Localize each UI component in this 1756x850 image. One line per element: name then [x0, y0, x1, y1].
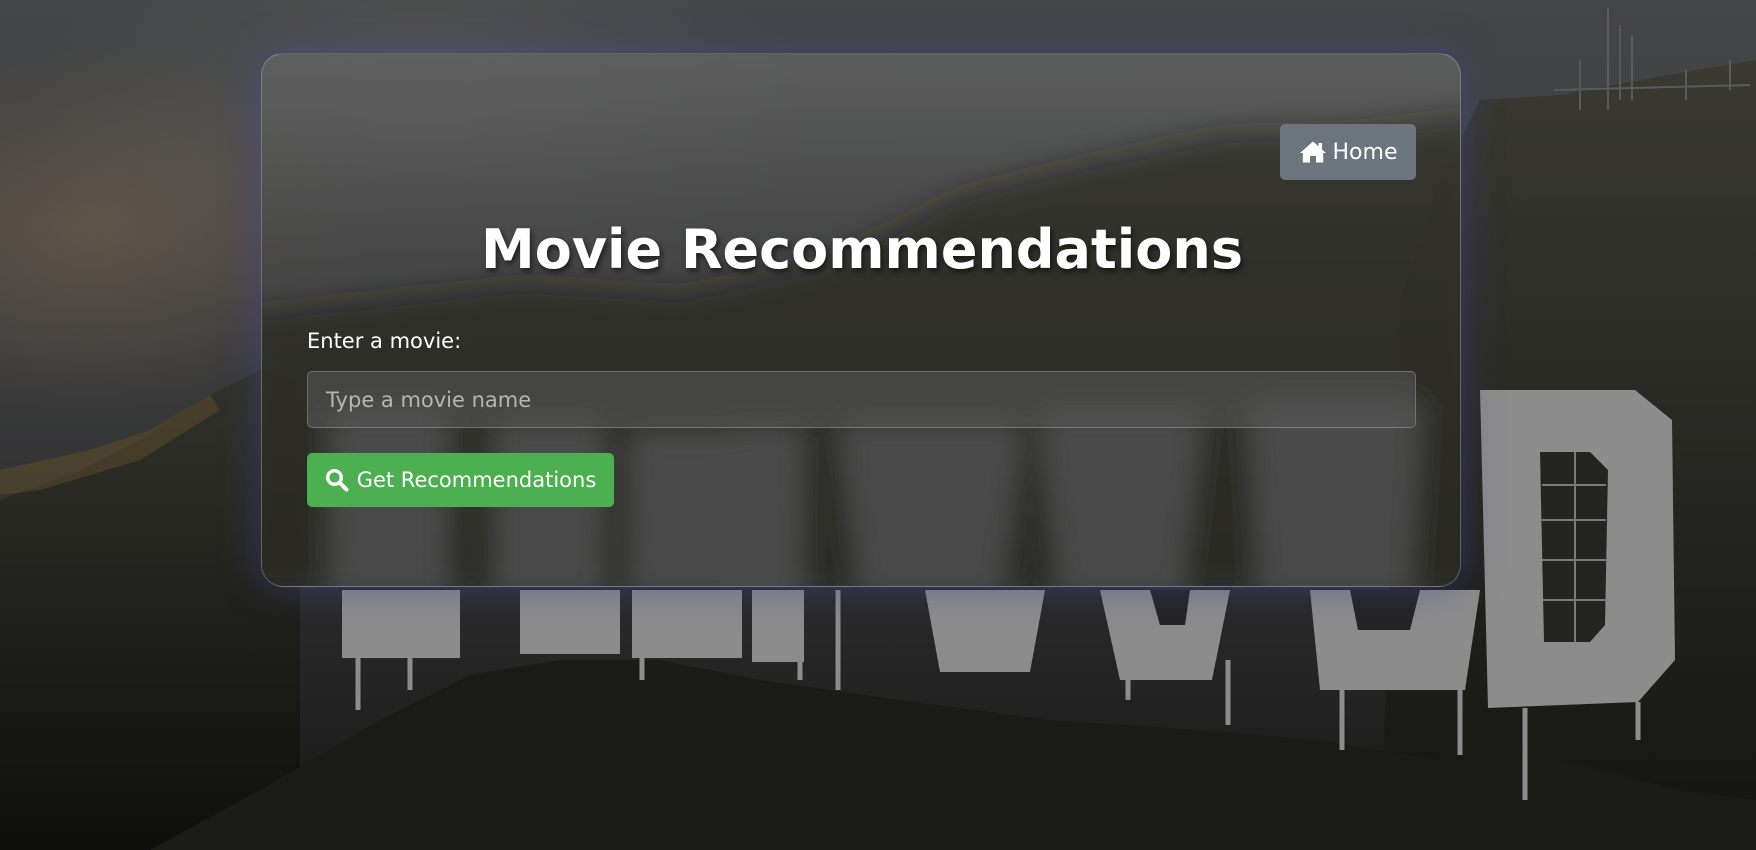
home-icon [1299, 141, 1326, 163]
get-recommendations-label: Get Recommendations [356, 468, 597, 492]
home-button-label: Home [1332, 139, 1398, 165]
search-icon [325, 468, 349, 492]
recommendation-card: Home Movie Recommendations Enter a movie… [261, 53, 1461, 587]
page-title: Movie Recommendations [481, 218, 1243, 281]
movie-search-input[interactable] [307, 371, 1416, 428]
get-recommendations-button[interactable]: Get Recommendations [307, 453, 614, 507]
home-button[interactable]: Home [1280, 124, 1416, 180]
movie-field-label: Enter a movie: [307, 329, 462, 353]
